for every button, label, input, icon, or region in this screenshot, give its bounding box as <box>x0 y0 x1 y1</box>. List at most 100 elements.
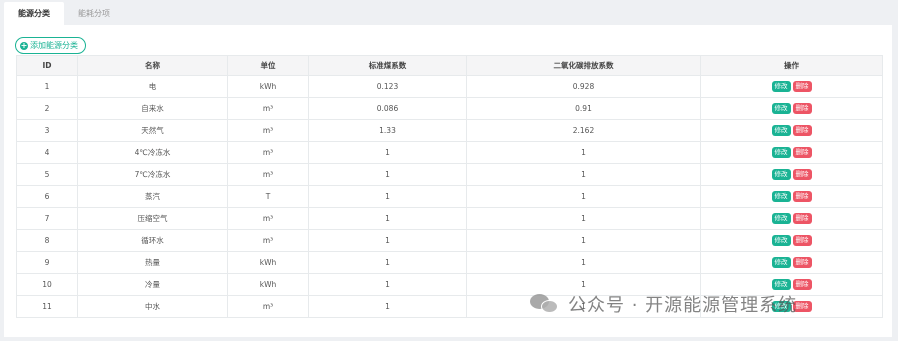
cell-name: 4℃冷冻水 <box>77 141 228 164</box>
cell-unit: T <box>227 185 309 208</box>
cell-unit: m³ <box>227 163 309 186</box>
edit-button[interactable]: 修改 <box>771 169 791 180</box>
wechat-icon <box>530 292 560 316</box>
cell-name: 循环水 <box>77 229 228 252</box>
cell-coal-factor: 1 <box>308 185 467 208</box>
edit-button[interactable]: 修改 <box>771 103 791 114</box>
cell-actions: 修改 删除 <box>700 75 883 98</box>
cell-coal-factor: 1 <box>308 229 467 252</box>
table-row: 2 自来水 m³ 0.086 0.91 修改 删除 <box>16 97 883 120</box>
column-header: 二氧化碳排放系数 <box>466 55 701 76</box>
cell-unit: m³ <box>227 229 309 252</box>
cell-coal-factor: 1 <box>308 273 467 296</box>
cell-id: 11 <box>16 295 78 318</box>
column-header: ID <box>16 55 78 76</box>
table-row: 6 蒸汽 T 1 1 修改 删除 <box>16 185 883 208</box>
cell-co2-factor: 0.928 <box>466 75 701 98</box>
cell-actions: 修改 删除 <box>700 141 883 164</box>
tab-energy-category[interactable]: 能源分类 <box>4 2 64 25</box>
cell-name: 蒸汽 <box>77 185 228 208</box>
cell-name: 中水 <box>77 295 228 318</box>
delete-button[interactable]: 删除 <box>792 147 812 158</box>
cell-co2-factor: 1 <box>466 251 701 274</box>
cell-name: 自来水 <box>77 97 228 120</box>
edit-button[interactable]: 修改 <box>771 257 791 268</box>
edit-button[interactable]: 修改 <box>771 125 791 136</box>
table-row: 4 4℃冷冻水 m³ 1 1 修改 删除 <box>16 141 883 164</box>
cell-co2-factor: 2.162 <box>466 119 701 142</box>
edit-button[interactable]: 修改 <box>771 81 791 92</box>
cell-co2-factor: 1 <box>466 229 701 252</box>
edit-button[interactable]: 修改 <box>771 213 791 224</box>
cell-coal-factor: 0.086 <box>308 97 467 120</box>
table-row: 9 热量 kWh 1 1 修改 删除 <box>16 251 883 274</box>
cell-actions: 修改 删除 <box>700 185 883 208</box>
cell-id: 2 <box>16 97 78 120</box>
cell-unit: kWh <box>227 251 309 274</box>
edit-button[interactable]: 修改 <box>771 191 791 202</box>
tab-energy-item[interactable]: 能耗分项 <box>64 2 124 25</box>
column-header: 单位 <box>227 55 309 76</box>
cell-coal-factor: 1 <box>308 163 467 186</box>
table-row: 1 电 kWh 0.123 0.928 修改 删除 <box>16 75 883 98</box>
cell-coal-factor: 1 <box>308 295 467 318</box>
cell-actions: 修改 删除 <box>700 97 883 120</box>
cell-unit: kWh <box>227 273 309 296</box>
delete-button[interactable]: 删除 <box>792 235 812 246</box>
add-energy-category-button[interactable]: + 添加能源分类 <box>15 37 86 54</box>
table-row: 7 压缩空气 m³ 1 1 修改 删除 <box>16 207 883 230</box>
cell-id: 9 <box>16 251 78 274</box>
cell-actions: 修改 删除 <box>700 163 883 186</box>
cell-id: 7 <box>16 207 78 230</box>
delete-button[interactable]: 删除 <box>792 279 812 290</box>
cell-name: 天然气 <box>77 119 228 142</box>
table-header-row: ID 名称 单位 标准煤系数 二氧化碳排放系数 操作 <box>16 55 883 76</box>
cell-id: 10 <box>16 273 78 296</box>
cell-name: 压缩空气 <box>77 207 228 230</box>
cell-id: 8 <box>16 229 78 252</box>
cell-coal-factor: 1 <box>308 141 467 164</box>
delete-button[interactable]: 删除 <box>792 81 812 92</box>
cell-co2-factor: 1 <box>466 163 701 186</box>
cell-id: 1 <box>16 75 78 98</box>
table-row: 8 循环水 m³ 1 1 修改 删除 <box>16 229 883 252</box>
add-button-label: 添加能源分类 <box>30 41 78 50</box>
edit-button[interactable]: 修改 <box>771 235 791 246</box>
tab-bar: 能源分类 能耗分项 <box>4 2 124 25</box>
column-header: 标准煤系数 <box>308 55 467 76</box>
table-row: 3 天然气 m³ 1.33 2.162 修改 删除 <box>16 119 883 142</box>
edit-button[interactable]: 修改 <box>771 147 791 158</box>
edit-button[interactable]: 修改 <box>771 279 791 290</box>
cell-co2-factor: 1 <box>466 207 701 230</box>
delete-button[interactable]: 删除 <box>792 191 812 202</box>
cell-co2-factor: 1 <box>466 185 701 208</box>
column-header: 名称 <box>77 55 228 76</box>
cell-co2-factor: 1 <box>466 141 701 164</box>
delete-button[interactable]: 删除 <box>792 257 812 268</box>
delete-button[interactable]: 删除 <box>792 169 812 180</box>
column-header: 操作 <box>700 55 883 76</box>
cell-actions: 修改 删除 <box>700 119 883 142</box>
delete-button[interactable]: 删除 <box>792 213 812 224</box>
cell-unit: kWh <box>227 75 309 98</box>
cell-id: 4 <box>16 141 78 164</box>
cell-co2-factor: 0.91 <box>466 97 701 120</box>
cell-name: 电 <box>77 75 228 98</box>
cell-actions: 修改 删除 <box>700 229 883 252</box>
cell-unit: m³ <box>227 207 309 230</box>
cell-actions: 修改 删除 <box>700 251 883 274</box>
cell-coal-factor: 1.33 <box>308 119 467 142</box>
delete-button[interactable]: 删除 <box>792 103 812 114</box>
energy-category-table: ID 名称 单位 标准煤系数 二氧化碳排放系数 操作 1 电 kWh 0.123 0.928 修改删… <box>16 55 883 318</box>
cell-unit: m³ <box>227 141 309 164</box>
cell-coal-factor: 1 <box>308 207 467 230</box>
cell-name: 7℃冷冻水 <box>77 163 228 186</box>
cell-coal-factor: 1 <box>308 251 467 274</box>
cell-actions: 修改 删除 <box>700 207 883 230</box>
cell-coal-factor: 0.123 <box>308 75 467 98</box>
cell-id: 5 <box>16 163 78 186</box>
cell-name: 冷量 <box>77 273 228 296</box>
delete-button[interactable]: 删除 <box>792 125 812 136</box>
cell-name: 热量 <box>77 251 228 274</box>
cell-unit: m³ <box>227 119 309 142</box>
